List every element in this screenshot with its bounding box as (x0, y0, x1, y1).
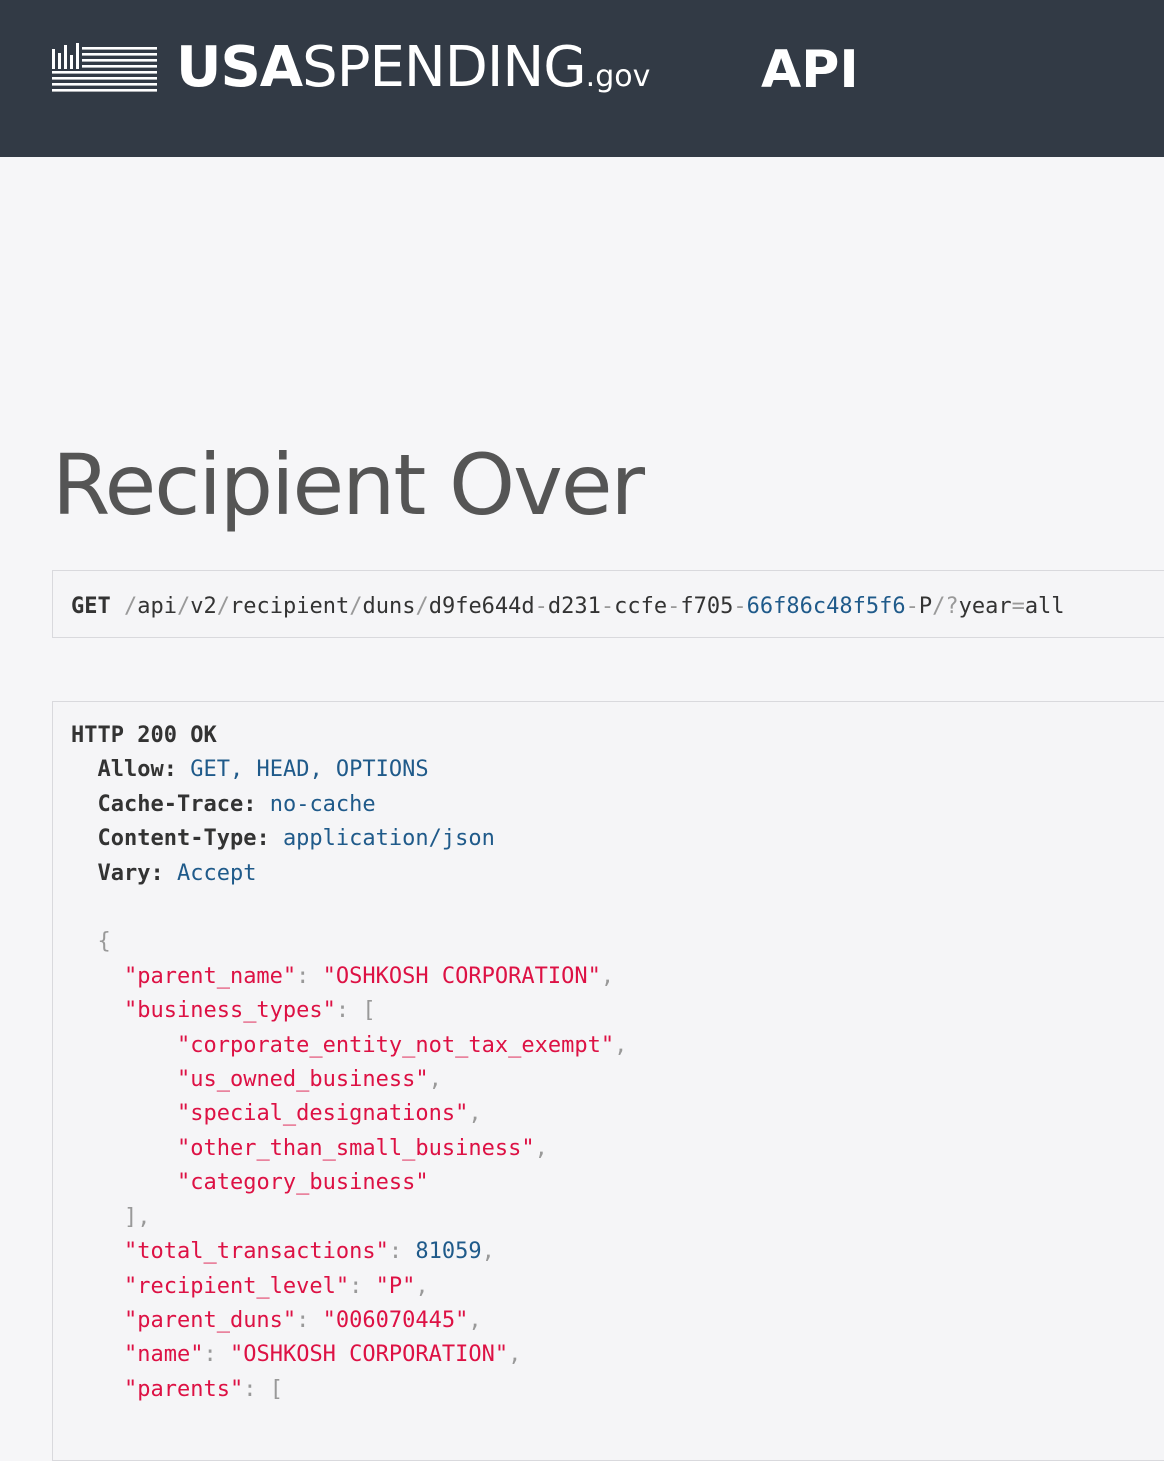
api-label: API (761, 40, 859, 100)
logo-usa: USA (176, 35, 303, 100)
json-array-item: "other_than_small_business" (176, 1135, 535, 1161)
json-key: "parent_duns" (123, 1307, 297, 1333)
json-value: "006070445" (322, 1307, 469, 1333)
request-line: GET /api/v2/recipient/duns/d9fe644d-d231… (71, 594, 1065, 619)
json-value: "OSHKOSH CORPORATION" (322, 963, 601, 989)
header-name: Cache-Trace: (97, 791, 257, 817)
header-name: Content-Type: (97, 826, 270, 852)
site-logo[interactable]: USASPENDING.gov (176, 36, 650, 109)
json-array-item: "us_owned_business" (176, 1067, 429, 1093)
response-status: HTTP 200 OK (71, 723, 217, 748)
json-open-brace: { (97, 929, 111, 955)
json-array-item: "corporate_entity_not_tax_exempt" (176, 1032, 615, 1058)
json-array-item: "category_business" (176, 1170, 429, 1196)
response-info: HTTP 200 OK Allow: GET, HEAD, OPTIONS Ca… (52, 701, 1164, 1461)
json-value: "OSHKOSH CORPORATION" (229, 1342, 509, 1368)
json-key: "business_types" (123, 998, 336, 1024)
bar-lines-icon (52, 43, 157, 92)
request-method: GET (71, 594, 111, 619)
logo-spending: SPENDING (302, 35, 587, 100)
header-name: Allow: (97, 757, 177, 783)
json-key: "total_transactions" (123, 1239, 389, 1265)
header-value: Accept (176, 860, 257, 886)
json-value: "P" (375, 1273, 416, 1299)
request-info: GET /api/v2/recipient/duns/d9fe644d-d231… (52, 570, 1164, 638)
page-title: Recipient Over (52, 436, 645, 534)
json-value: 81059 (415, 1239, 482, 1265)
json-key: "recipient_level" (123, 1273, 350, 1299)
header-value: application/json (282, 826, 495, 852)
top-navigation-bar: USASPENDING.gov API (0, 0, 1164, 157)
json-key: "parent_name" (123, 963, 297, 989)
header-name: Vary: (97, 860, 164, 886)
json-array-item: "special_designations" (176, 1101, 469, 1127)
json-key: "parents" (123, 1376, 244, 1402)
logo-gov: .gov (585, 59, 651, 94)
header-value: GET, HEAD, OPTIONS (190, 757, 429, 783)
response-code: HTTP 200 OK Allow: GET, HEAD, OPTIONS Ca… (71, 723, 628, 1402)
json-key: "name" (123, 1342, 204, 1368)
header-value: no-cache (269, 791, 376, 817)
